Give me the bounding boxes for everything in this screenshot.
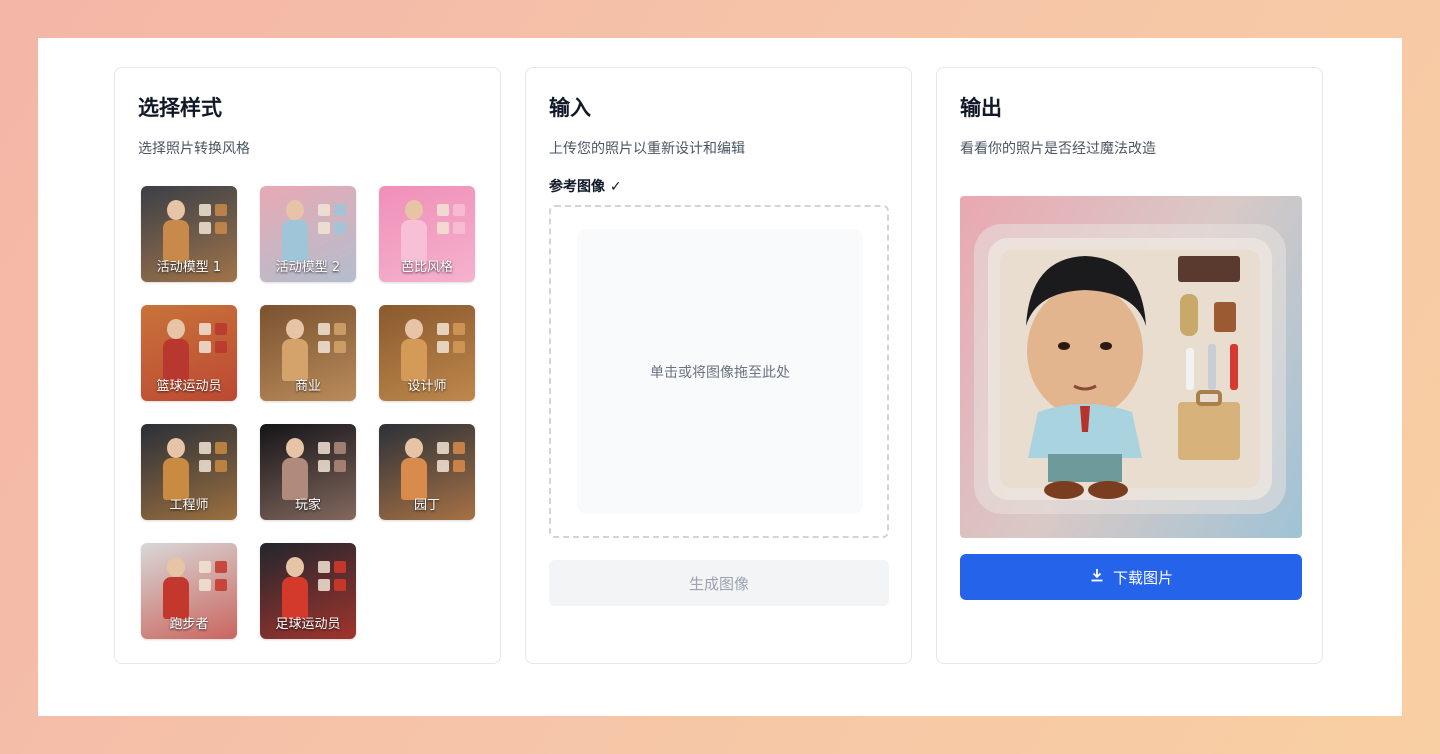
figure-head <box>286 557 304 577</box>
output-panel-title: 输出 <box>960 96 1002 120</box>
figure-accessory <box>215 222 227 234</box>
figure-head <box>167 319 185 339</box>
figure-head <box>405 319 423 339</box>
figure-accessory <box>215 561 227 573</box>
figure-accessory <box>334 341 346 353</box>
style-option-label: 足球运动员 <box>275 617 341 632</box>
figure-accessory <box>199 341 211 353</box>
figure-accessory <box>437 222 449 234</box>
style-option[interactable]: 活动模型 1 <box>141 186 237 282</box>
style-option-label: 玩家 <box>294 498 321 513</box>
figure-accessory <box>215 323 227 335</box>
style-option-label: 篮球运动员 <box>156 379 222 394</box>
figure-head <box>167 557 185 577</box>
figure-accessory <box>199 579 211 591</box>
figure-accessory <box>437 341 449 353</box>
image-dropzone[interactable]: 单击或将图像拖至此处 <box>549 205 889 538</box>
figure-accessory <box>215 460 227 472</box>
generate-image-button[interactable]: 生成图像 <box>549 560 889 606</box>
figure-accessory <box>318 341 330 353</box>
style-option-label: 跑步者 <box>169 617 209 632</box>
style-option[interactable]: 活动模型 2 <box>260 186 356 282</box>
reference-image-label: 参考图像 ✓ <box>549 179 622 195</box>
style-option[interactable]: 工程师 <box>141 424 237 520</box>
figure-head <box>286 438 304 458</box>
input-panel: 输入 上传您的照片以重新设计和编辑 参考图像 ✓ 单击或将图像拖至此处 生成图像 <box>525 67 912 664</box>
figure-accessory <box>437 323 449 335</box>
figure-accessory <box>334 222 346 234</box>
figure-accessory <box>199 222 211 234</box>
figure-accessory <box>453 442 465 454</box>
figure-accessory <box>199 442 211 454</box>
style-panel-title: 选择样式 <box>138 96 222 120</box>
figure-accessory <box>318 442 330 454</box>
figure-accessory <box>215 442 227 454</box>
style-panel-description: 选择照片转换风格 <box>138 141 250 157</box>
figure-head <box>405 200 423 220</box>
input-panel-description: 上传您的照片以重新设计和编辑 <box>549 141 745 157</box>
figure-accessory <box>318 222 330 234</box>
download-image-button[interactable]: 下载图片 <box>960 554 1302 600</box>
figure-accessory <box>318 561 330 573</box>
dropzone-text[interactable]: 单击或将图像拖至此处 <box>577 229 863 514</box>
output-panel: 输出 看看你的照片是否经过魔法改造 下载图片 <box>936 67 1323 664</box>
figure-accessory <box>334 323 346 335</box>
figure-head <box>286 319 304 339</box>
action-figure-illustration <box>974 224 1286 514</box>
figure-accessory <box>334 460 346 472</box>
figure-accessory <box>199 460 211 472</box>
figure-accessory <box>437 460 449 472</box>
figure-accessory <box>437 204 449 216</box>
figure-accessory <box>334 204 346 216</box>
figure-head <box>286 200 304 220</box>
style-option-label: 商业 <box>294 379 321 394</box>
style-option[interactable]: 篮球运动员 <box>141 305 237 401</box>
style-option-label: 活动模型 1 <box>156 260 222 275</box>
download-icon <box>1089 567 1105 587</box>
output-image <box>960 196 1302 538</box>
style-option-label: 活动模型 2 <box>275 260 341 275</box>
figure-accessory <box>453 460 465 472</box>
style-option[interactable]: 芭比风格 <box>379 186 475 282</box>
figure-head <box>405 438 423 458</box>
figure-head <box>167 438 185 458</box>
figure-accessory <box>215 204 227 216</box>
figure-accessory <box>199 323 211 335</box>
figure-accessory <box>334 579 346 591</box>
style-option[interactable]: 商业 <box>260 305 356 401</box>
figure-accessory <box>318 323 330 335</box>
style-panel: 选择样式 选择照片转换风格 活动模型 1 活动模型 2 芭比风格篮球运动员 商业 设计师… <box>114 67 501 664</box>
figure-accessory <box>453 204 465 216</box>
style-option[interactable]: 设计师 <box>379 305 475 401</box>
figure-accessory <box>318 579 330 591</box>
style-option[interactable]: 跑步者 <box>141 543 237 639</box>
style-option[interactable]: 玩家 <box>260 424 356 520</box>
figure-accessory <box>334 442 346 454</box>
figure-head <box>167 200 185 220</box>
input-panel-title: 输入 <box>549 96 591 120</box>
output-panel-description: 看看你的照片是否经过魔法改造 <box>960 141 1156 157</box>
app-frame: 选择样式 选择照片转换风格 活动模型 1 活动模型 2 芭比风格篮球运动员 商业 设计师… <box>38 38 1402 716</box>
figure-accessory <box>437 442 449 454</box>
figure-accessory <box>215 341 227 353</box>
style-option-label: 芭比风格 <box>400 260 453 275</box>
style-option-label: 园丁 <box>413 498 440 513</box>
figure-accessory <box>318 460 330 472</box>
figure-accessory <box>215 579 227 591</box>
style-option-label: 设计师 <box>407 379 447 394</box>
style-option[interactable]: 园丁 <box>379 424 475 520</box>
figure-accessory <box>199 561 211 573</box>
figure-accessory <box>318 204 330 216</box>
style-option-label: 工程师 <box>169 498 209 513</box>
download-label: 下载图片 <box>1112 568 1173 587</box>
figure-accessory <box>453 222 465 234</box>
figure-accessory <box>334 561 346 573</box>
figure-accessory <box>453 323 465 335</box>
figure-accessory <box>453 341 465 353</box>
style-option[interactable]: 足球运动员 <box>260 543 356 639</box>
figure-accessory <box>199 204 211 216</box>
